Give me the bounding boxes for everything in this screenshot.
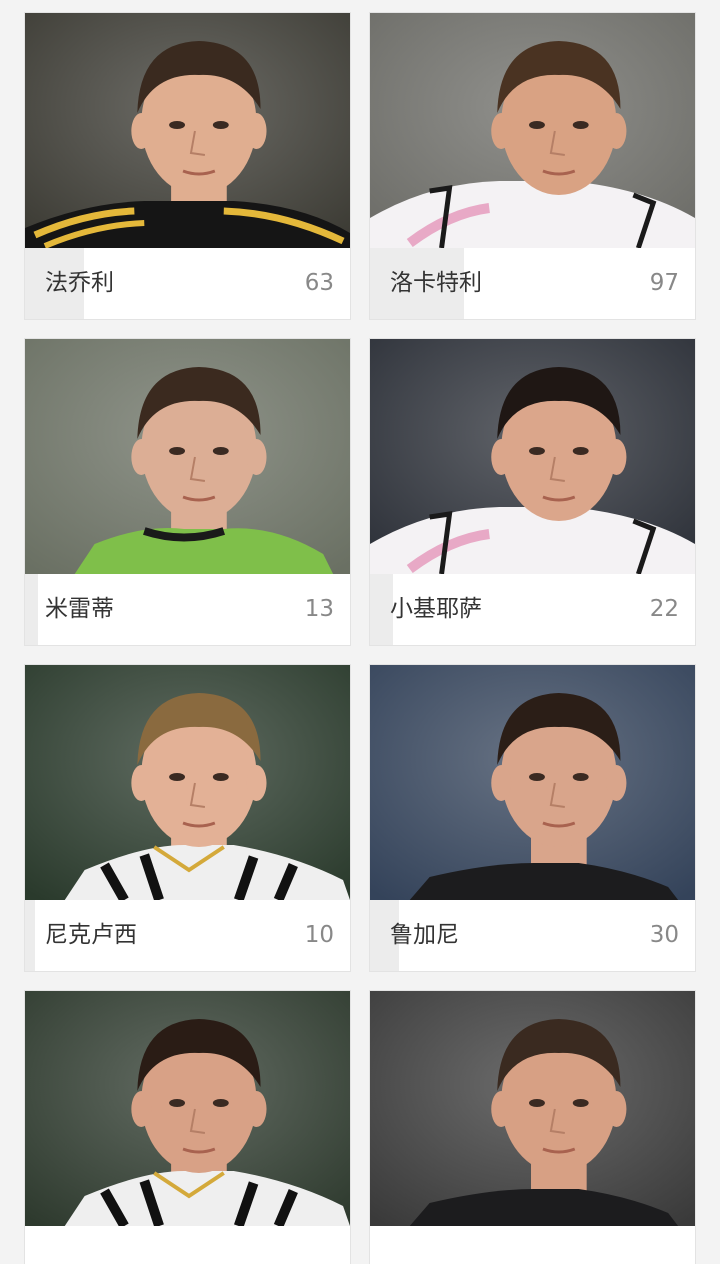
player-card[interactable]: 小基耶萨 22 [369,338,696,646]
player-card[interactable]: 法乔利 63 [24,12,351,320]
player-photo [25,665,350,900]
player-caption: 法乔利 63 [25,248,350,319]
player-card[interactable]: 尼克卢西 10 [24,664,351,972]
player-portrait-image [370,13,695,248]
player-photo [25,13,350,248]
vote-share-bar [25,574,38,645]
player-grid: 法乔利 63 洛卡特利 97 米雷蒂 13 小基耶萨 22 尼克卢西 10 鲁加尼 30 [24,12,696,1264]
player-name: 洛卡特利 [390,270,482,296]
player-card[interactable]: 米雷蒂 13 [24,338,351,646]
player-portrait-image [370,339,695,574]
player-portrait-image [25,13,350,248]
player-caption [25,1226,350,1264]
player-card[interactable] [24,990,351,1264]
player-photo [370,991,695,1226]
player-caption [370,1226,695,1264]
vote-count: 22 [649,596,679,622]
vote-count: 63 [304,270,334,296]
player-portrait-image [25,991,350,1226]
vote-count: 10 [304,922,334,948]
player-caption: 小基耶萨 22 [370,574,695,645]
player-photo [370,665,695,900]
player-caption: 洛卡特利 97 [370,248,695,319]
player-portrait-image [25,339,350,574]
player-name: 小基耶萨 [390,596,482,622]
player-card[interactable]: 鲁加尼 30 [369,664,696,972]
player-name: 尼克卢西 [45,922,137,948]
player-photo [370,339,695,574]
player-photo [25,339,350,574]
vote-count: 97 [649,270,679,296]
player-name: 米雷蒂 [45,596,114,622]
player-name: 鲁加尼 [390,922,459,948]
vote-count: 30 [649,922,679,948]
player-portrait-image [25,665,350,900]
vote-count: 13 [304,596,334,622]
player-caption: 尼克卢西 10 [25,900,350,971]
player-portrait-image [370,991,695,1226]
player-card[interactable] [369,990,696,1264]
vote-share-bar [25,900,35,971]
player-portrait-image [370,665,695,900]
player-name: 法乔利 [45,270,114,296]
player-caption: 米雷蒂 13 [25,574,350,645]
player-vote-page: 法乔利 63 洛卡特利 97 米雷蒂 13 小基耶萨 22 尼克卢西 10 鲁加尼 30 [0,0,720,1264]
player-caption: 鲁加尼 30 [370,900,695,971]
player-photo [25,991,350,1226]
player-card[interactable]: 洛卡特利 97 [369,12,696,320]
player-photo [370,13,695,248]
